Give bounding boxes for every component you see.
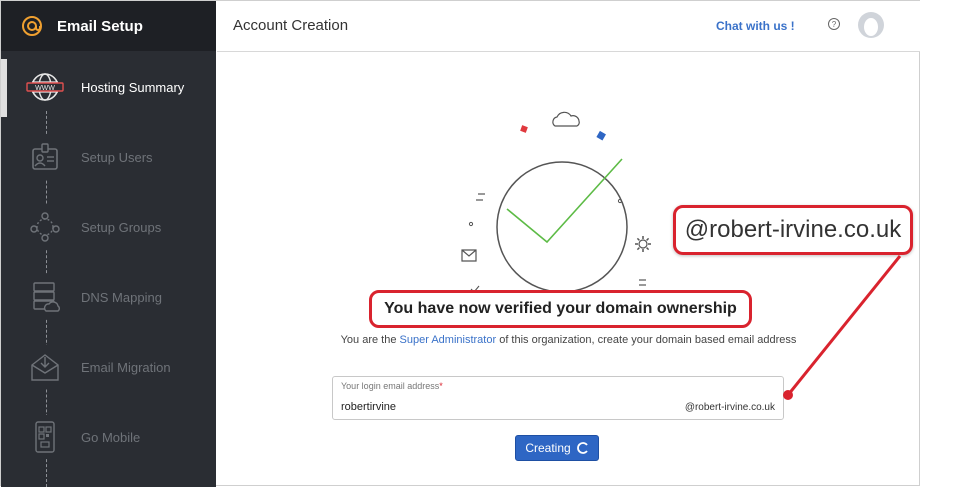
sidebar-item-setup-groups[interactable]: Setup Groups (23, 205, 161, 249)
super-administrator-link[interactable]: Super Administrator (400, 334, 497, 346)
creating-button[interactable]: Creating (515, 435, 599, 461)
confetti-red (520, 125, 528, 133)
mobile-qr-icon (35, 421, 55, 453)
envelope-icon (461, 249, 477, 262)
svg-text:?: ? (832, 20, 837, 29)
active-step-indicator (1, 59, 7, 117)
field-label: Your login email address* (341, 381, 443, 391)
svg-text:WWW: WWW (35, 85, 55, 92)
sidebar-item-setup-users[interactable]: Setup Users (23, 135, 153, 179)
email-username-input[interactable]: robertirvine (341, 401, 396, 413)
checkmark-icon (506, 158, 623, 244)
www-globe-icon: WWW (26, 73, 64, 101)
sidebar-item-dns-mapping[interactable]: DNS Mapping (23, 275, 162, 319)
verification-headline: You have now verified your domain owners… (384, 300, 737, 317)
sidebar: Email Setup WWW Hosting Summary Setup Us… (1, 1, 216, 487)
sidebar-item-label: Go Mobile (81, 429, 141, 445)
main-content: You have now verified your domain owners… (217, 52, 920, 487)
confetti-blue (596, 130, 606, 141)
sidebar-item-label: Email Migration (81, 359, 171, 375)
envelope-download-icon (31, 354, 59, 381)
sidebar-item-label: Setup Groups (81, 219, 162, 235)
gear-icon (635, 236, 651, 252)
user-avatar-icon[interactable] (857, 11, 885, 39)
page-title: Account Creation (233, 17, 349, 34)
sidebar-item-hosting-summary[interactable]: WWW Hosting Summary (23, 65, 184, 109)
email-domain-suffix: @robert-irvine.co.uk (684, 402, 775, 413)
sidebar-item-label: Hosting Summary (81, 79, 185, 95)
cloud-icon (552, 111, 580, 127)
admin-subtext: You are the Super Administrator of this … (340, 334, 797, 346)
headline-highlight: You have now verified your domain owners… (369, 290, 752, 328)
sidebar-item-email-migration[interactable]: Email Migration (23, 345, 171, 389)
sidebar-header: Email Setup (1, 1, 216, 51)
top-bar: Account Creation Chat with us ! ? (217, 1, 920, 52)
sidebar-item-go-mobile[interactable]: Go Mobile (23, 415, 140, 459)
chat-with-us-link[interactable]: Chat with us ! (716, 19, 795, 33)
id-card-icon (32, 143, 58, 170)
email-setup-logo-icon (22, 16, 42, 36)
sidebar-item-label: Setup Users (81, 149, 153, 165)
sidebar-title: Email Setup (57, 17, 143, 35)
group-network-icon (30, 212, 60, 242)
server-cloud-icon (33, 282, 60, 312)
login-email-field[interactable]: Your login email address* robertirvine @… (332, 376, 784, 420)
question-circle-icon[interactable]: ? (827, 17, 841, 31)
loading-spinner-icon (576, 442, 588, 454)
domain-callout: @robert-irvine.co.uk (673, 205, 913, 255)
sidebar-item-label: DNS Mapping (81, 289, 162, 305)
